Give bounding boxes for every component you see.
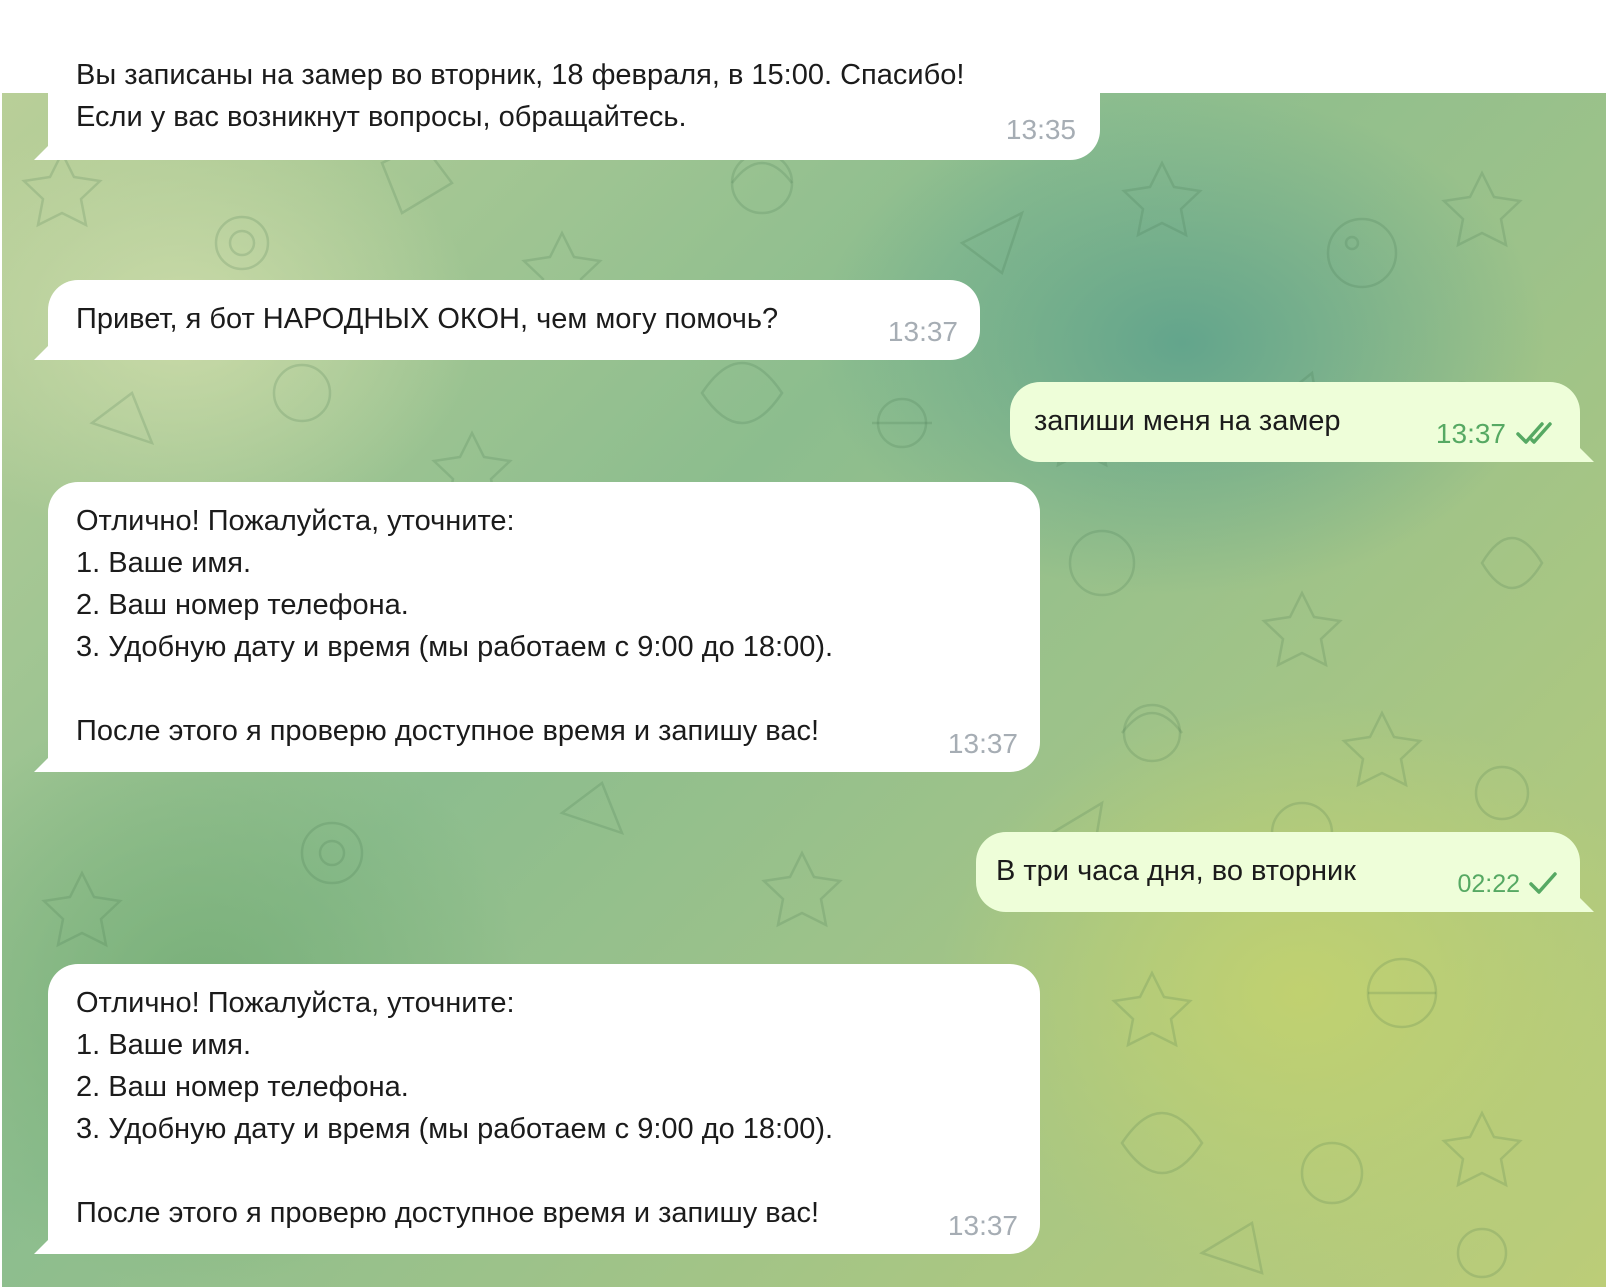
double-check-icon: [1516, 422, 1552, 444]
message-incoming[interactable]: Вы записаны на замер во вторник, 18 февр…: [48, 36, 1100, 160]
message-text: Вы записаны на замер во вторник, 18 февр…: [76, 59, 965, 133]
message-outgoing[interactable]: В три часа дня, во вторник 02:22: [976, 832, 1580, 912]
message-time: 13:37: [947, 728, 1018, 759]
message-outgoing[interactable]: запиши меня на замер 13:37: [1010, 382, 1580, 462]
message-time: 13:37: [887, 316, 958, 347]
message-time: 13:37: [947, 1210, 1018, 1241]
single-check-icon: [1529, 872, 1557, 894]
message-incoming[interactable]: Привет, я бот НАРОДНЫХ ОКОН, чем могу по…: [48, 280, 980, 360]
message-time: 13:37: [1435, 418, 1506, 449]
message-text: Отлично! Пожалуйста, уточните: 1. Ваше и…: [76, 987, 834, 1229]
message-text: Привет, я бот НАРОДНЫХ ОКОН, чем могу по…: [76, 303, 779, 335]
message-incoming[interactable]: Отлично! Пожалуйста, уточните: 1. Ваше и…: [48, 964, 1040, 1254]
message-incoming[interactable]: Отлично! Пожалуйста, уточните: 1. Ваше и…: [48, 482, 1040, 772]
message-text: Отлично! Пожалуйста, уточните: 1. Ваше и…: [76, 505, 834, 747]
message-time: 13:35: [1005, 114, 1076, 145]
message-time: 02:22: [1457, 870, 1520, 898]
